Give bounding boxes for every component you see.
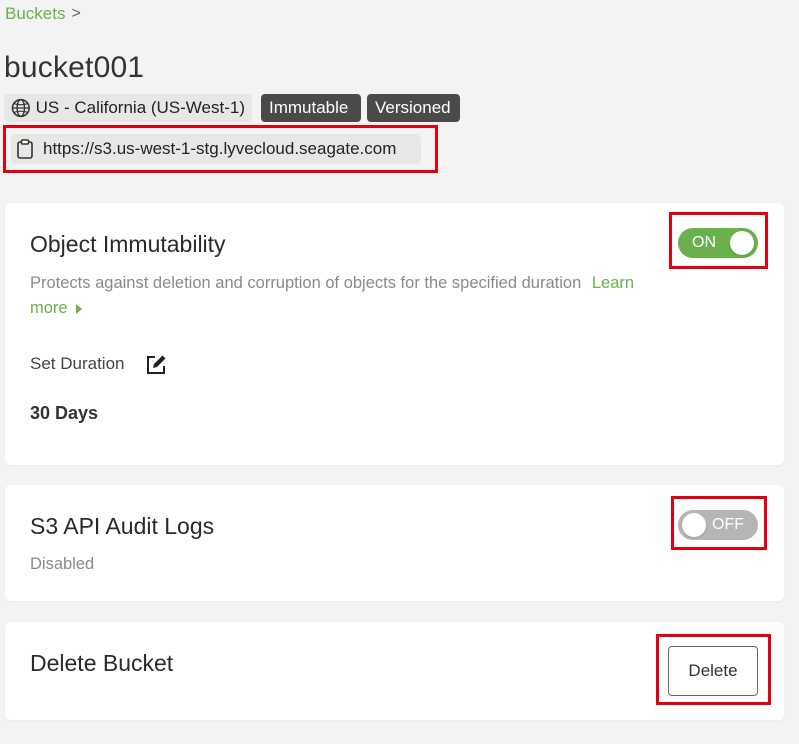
edit-icon[interactable] <box>144 353 168 377</box>
endpoint-url-chip[interactable]: https://s3.us-west-1-stg.lyvecloud.seaga… <box>11 134 421 164</box>
delete-bucket-title: Delete Bucket <box>30 650 174 676</box>
region-chip: US - California (US-West-1) <box>4 94 252 122</box>
breadcrumb-separator: > <box>71 5 81 22</box>
audit-logs-title: S3 API Audit Logs <box>30 513 215 539</box>
learn-more-part2: more <box>30 299 68 317</box>
breadcrumb-buckets-link[interactable]: Buckets <box>5 4 65 24</box>
immutability-card: Object Immutability ON Protects against … <box>5 203 784 465</box>
audit-logs-toggle-label: OFF <box>712 516 744 533</box>
immutable-badge: Immutable <box>261 94 361 122</box>
learn-more-part1: Learn <box>591 274 635 292</box>
toggle-knob <box>682 513 706 537</box>
page-title: bucket001 <box>4 51 145 84</box>
audit-logs-card: S3 API Audit Logs OFF Disabled <box>5 485 784 601</box>
duration-value: 30 Days <box>30 403 99 423</box>
immutability-toggle-label: ON <box>692 234 716 251</box>
immutability-description-block: Protects against deletion and corruption… <box>30 271 690 321</box>
immutability-title: Object Immutability <box>30 231 226 257</box>
clipboard-icon[interactable] <box>14 138 36 160</box>
versioned-badge: Versioned <box>367 94 460 122</box>
audit-logs-status: Disabled <box>30 555 95 573</box>
set-duration-label: Set Duration <box>30 354 125 373</box>
delete-bucket-card: Delete Bucket Delete <box>5 622 784 720</box>
endpoint-url: https://s3.us-west-1-stg.lyvecloud.seaga… <box>43 139 397 158</box>
breadcrumb: Buckets > <box>5 4 81 24</box>
audit-logs-toggle[interactable]: OFF <box>678 510 758 540</box>
toggle-knob <box>730 231 754 255</box>
delete-button[interactable]: Delete <box>668 646 758 696</box>
globe-icon <box>11 98 30 118</box>
immutability-toggle[interactable]: ON <box>678 228 758 258</box>
immutability-description: Protects against deletion and corruption… <box>30 274 582 292</box>
region-label: US - California (US-West-1) <box>35 98 245 117</box>
caret-right-icon <box>75 303 82 314</box>
